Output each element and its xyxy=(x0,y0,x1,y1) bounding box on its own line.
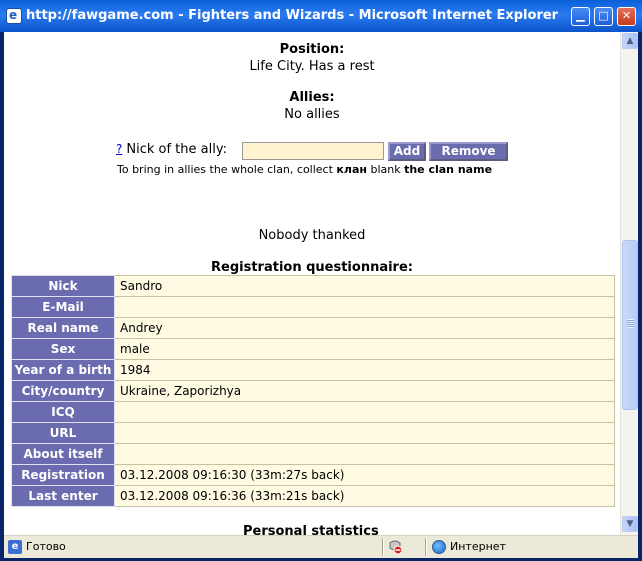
hint-prefix: To bring in allies the whole clan, colle… xyxy=(117,163,333,176)
position-heading: Position: xyxy=(279,42,345,57)
table-row: Last enter 03.12.2008 09:16:36 (33m:21s b… xyxy=(11,485,615,507)
status-divider xyxy=(382,538,384,556)
table-row: Sex male xyxy=(11,338,615,360)
privacy-report-icon[interactable] xyxy=(387,539,403,555)
title-bar[interactable]: e http://fawgame.com - Fighters and Wiza… xyxy=(0,0,642,32)
hint-suffix: the clan name xyxy=(404,163,493,176)
allies-value: No allies xyxy=(284,107,340,122)
scroll-thumb[interactable] xyxy=(622,240,638,410)
field-label: Year of a birth xyxy=(11,359,115,381)
field-value: Sandro xyxy=(114,275,615,297)
field-value xyxy=(114,422,615,444)
field-label: Nick xyxy=(11,275,115,297)
remove-ally-button[interactable]: Remove xyxy=(429,142,508,161)
table-row: Real name Andrey xyxy=(11,317,615,339)
allies-heading: Allies: xyxy=(289,90,335,105)
ally-form: ? Nick of the ally: Add Remove xyxy=(116,142,508,162)
field-label: Registration xyxy=(11,464,115,486)
status-divider xyxy=(425,538,427,556)
field-label: ICQ xyxy=(11,401,115,423)
field-value: 03.12.2008 09:16:30 (33m:27s back) xyxy=(114,464,615,486)
internet-zone-globe-icon xyxy=(432,540,446,554)
table-row: URL xyxy=(11,422,615,444)
ie-page-icon: e xyxy=(8,540,22,554)
field-label: City/country xyxy=(11,380,115,402)
hint-middle: blank xyxy=(370,163,401,176)
window-title: http://fawgame.com - Fighters and Wizard… xyxy=(26,8,559,23)
scroll-down-arrow-icon[interactable]: ▼ xyxy=(622,516,638,532)
status-text: Готово xyxy=(26,540,66,553)
maximize-button[interactable]: □ xyxy=(594,7,613,26)
field-value: Ukraine, Zaporizhya xyxy=(114,380,615,402)
personal-statistics-heading: Personal statistics xyxy=(243,524,379,535)
field-value: Andrey xyxy=(114,317,615,339)
field-value: 03.12.2008 09:16:36 (33m:21s back) xyxy=(114,485,615,507)
field-value xyxy=(114,443,615,465)
scroll-grip-icon xyxy=(627,319,634,328)
page-content: Position: Life City. Has a rest Allies: … xyxy=(4,32,620,535)
thanks-text: Nobody thanked xyxy=(258,228,366,243)
status-bar: e Готово Интернет xyxy=(4,535,638,558)
field-label: About itself xyxy=(11,443,115,465)
table-row: Nick Sandro xyxy=(11,275,615,297)
field-value xyxy=(114,401,615,423)
registration-table: Nick Sandro E-Mail Real name Andrey Sex male Ye… xyxy=(11,275,615,507)
questionnaire-heading: Registration questionnaire: xyxy=(211,260,413,275)
page-viewport: Position: Life City. Has a rest Allies: … xyxy=(4,32,638,535)
table-row: ICQ xyxy=(11,401,615,423)
table-row: Year of a birth 1984 xyxy=(11,359,615,381)
field-label: URL xyxy=(11,422,115,444)
ie-icon[interactable]: e xyxy=(6,8,22,24)
ally-nick-label: Nick of the ally: xyxy=(126,142,227,157)
field-label: E-Mail xyxy=(11,296,115,318)
position-value: Life City. Has a rest xyxy=(249,59,375,74)
table-row: About itself xyxy=(11,443,615,465)
security-zone-text: Интернет xyxy=(450,540,506,553)
field-label: Sex xyxy=(11,338,115,360)
field-label: Last enter xyxy=(11,485,115,507)
add-ally-button[interactable]: Add xyxy=(388,142,426,161)
table-row: City/country Ukraine, Zaporizhya xyxy=(11,380,615,402)
ally-hint: To bring in allies the whole clan, colle… xyxy=(117,163,492,176)
browser-window: e http://fawgame.com - Fighters and Wiza… xyxy=(0,0,642,561)
hint-keyword: клан xyxy=(336,163,367,176)
field-value: 1984 xyxy=(114,359,615,381)
ally-nick-input[interactable] xyxy=(242,142,384,160)
close-button[interactable]: ✕ xyxy=(617,7,636,26)
scroll-up-arrow-icon[interactable]: ▲ xyxy=(622,33,638,49)
field-label: Real name xyxy=(11,317,115,339)
field-value xyxy=(114,296,615,318)
minimize-button[interactable]: ▁ xyxy=(571,7,590,26)
help-link[interactable]: ? xyxy=(116,142,122,156)
table-row: E-Mail xyxy=(11,296,615,318)
table-row: Registration 03.12.2008 09:16:30 (33m:27s… xyxy=(11,464,615,486)
field-value: male xyxy=(114,338,615,360)
vertical-scrollbar[interactable]: ▲ ▼ xyxy=(620,32,638,535)
